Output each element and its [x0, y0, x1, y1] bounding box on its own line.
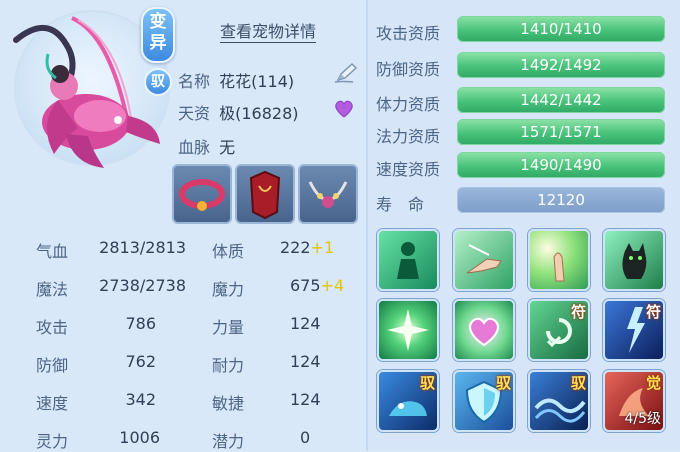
skill-slot-1[interactable] [377, 229, 439, 291]
black-cat-skill-icon [622, 243, 647, 279]
aptitude-value: 极(16828) [219, 104, 299, 123]
attr-value-potential: 0 [300, 428, 311, 447]
quality-bar-defense: 1492/1492 [457, 52, 665, 78]
attr-label-endurance: 耐力 [212, 356, 245, 375]
attr-value-strength: 124 [290, 314, 321, 333]
equipment-slot-armor[interactable] [235, 164, 295, 224]
bloodline-label: 血脉 [178, 138, 211, 157]
skill-slot-3[interactable] [528, 229, 590, 291]
skill-slot-12[interactable]: 觉 4/5级 [603, 370, 665, 432]
quality-label-defense: 防御资质 [376, 60, 441, 79]
green-figure-skill-icon [397, 242, 419, 279]
stat-value-defense: 762 [125, 352, 156, 371]
attr-value-constitution: 222+1 [280, 238, 350, 257]
skill-slot-2[interactable] [453, 229, 515, 291]
quality-bar-stamina: 1442/1442 [457, 87, 665, 113]
attr-constitution-number: 222 [280, 238, 311, 257]
name-value: 花花(114) [219, 72, 295, 91]
mutation-badge: 变异 [141, 7, 175, 63]
quality-label-stamina: 体力资质 [376, 95, 441, 114]
charm-tag: 符 [570, 303, 586, 321]
attr-magic-bonus: +4 [320, 276, 345, 295]
stat-label-attack: 攻击 [36, 318, 69, 337]
pet-info-panel: 变异 驭 查看宠物详情 名称 花花(114) 天资 极(16828) 血脉 无 [0, 0, 680, 451]
necklace-equipment-icon [308, 181, 348, 208]
quality-label-speed: 速度资质 [376, 160, 441, 179]
stat-value-attack: 786 [125, 314, 156, 333]
pet-name-row: 名称 花花(114) [178, 68, 294, 92]
life-bar: 12120 [457, 187, 665, 213]
collar-equipment-icon [179, 179, 225, 211]
awaken-tag: 觉 [645, 374, 661, 392]
stat-label-spirit: 灵力 [36, 432, 69, 451]
heart-skill-icon [469, 317, 499, 347]
drive-badge[interactable]: 驭 [144, 68, 172, 96]
stat-label-defense: 防御 [36, 356, 69, 375]
attr-magic-number: 675 [290, 276, 321, 295]
stat-value-mp: 2738/2738 [99, 276, 186, 295]
pet-bloodline-row: 血脉 无 [178, 134, 235, 158]
heart-icon[interactable] [333, 98, 355, 120]
pet-portrait[interactable]: 变异 驭 [8, 4, 175, 174]
view-pet-details-link[interactable]: 查看宠物详情 [220, 18, 317, 43]
attr-label-magic: 魔力 [212, 280, 245, 299]
attr-label-strength: 力量 [212, 318, 245, 337]
hand-strike-skill-icon [466, 244, 502, 274]
attr-value-agility: 124 [290, 390, 321, 409]
charm-tag: 符 [645, 303, 661, 321]
attr-label-constitution: 体质 [212, 242, 245, 261]
drive-tag: 驭 [495, 374, 511, 392]
skill-slot-6[interactable] [453, 299, 515, 361]
skill-slot-10[interactable]: 驭 [453, 370, 515, 432]
palm-light-skill-icon [553, 252, 565, 282]
skill-slot-4[interactable] [603, 229, 665, 291]
name-label: 名称 [178, 72, 211, 91]
attr-label-potential: 潜力 [212, 432, 245, 451]
bloodline-value: 无 [219, 138, 236, 157]
pet-aptitude-row: 天资 极(16828) [178, 100, 299, 124]
pet-left-panel: 变异 驭 查看宠物详情 名称 花花(114) 天资 极(16828) 血脉 无 [0, 0, 366, 451]
stat-value-speed: 342 [125, 390, 156, 409]
drive-tag: 驭 [570, 374, 586, 392]
armor-equipment-icon [249, 170, 281, 220]
attr-label-agility: 敏捷 [212, 394, 245, 413]
life-label: 寿 命 [376, 195, 425, 214]
skill-slot-8[interactable]: 符 [603, 299, 665, 361]
attr-value-endurance: 124 [290, 352, 321, 371]
skill-slot-9[interactable]: 驭 [377, 370, 439, 432]
skill-slot-7[interactable]: 符 [528, 299, 590, 361]
quality-bar-mana: 1571/1571 [457, 119, 665, 145]
attr-value-magic: 675+4 [290, 276, 360, 295]
aptitude-label: 天资 [178, 104, 211, 123]
skill-slot-5[interactable] [377, 299, 439, 361]
stat-value-spirit: 1006 [119, 428, 160, 447]
stat-label-speed: 速度 [36, 394, 69, 413]
equipment-slot-collar[interactable] [172, 164, 232, 224]
pencil-icon[interactable] [333, 62, 359, 84]
quality-label-mana: 法力资质 [376, 127, 441, 146]
stat-label-hp: 气血 [36, 242, 69, 261]
attr-constitution-bonus: +1 [310, 238, 335, 257]
quality-label-attack: 攻击资质 [376, 24, 441, 43]
green-star-skill-icon [387, 309, 429, 351]
stat-label-mp: 魔法 [36, 280, 69, 299]
skill-level-label: 4/5级 [624, 411, 661, 427]
equipment-slot-necklace[interactable] [298, 164, 358, 224]
drive-tag: 驭 [419, 374, 435, 392]
quality-bar-attack: 1410/1410 [457, 16, 665, 42]
skill-slot-11[interactable]: 驭 [528, 370, 590, 432]
stat-value-hp: 2813/2813 [99, 238, 186, 257]
quality-bar-speed: 1490/1490 [457, 152, 665, 178]
